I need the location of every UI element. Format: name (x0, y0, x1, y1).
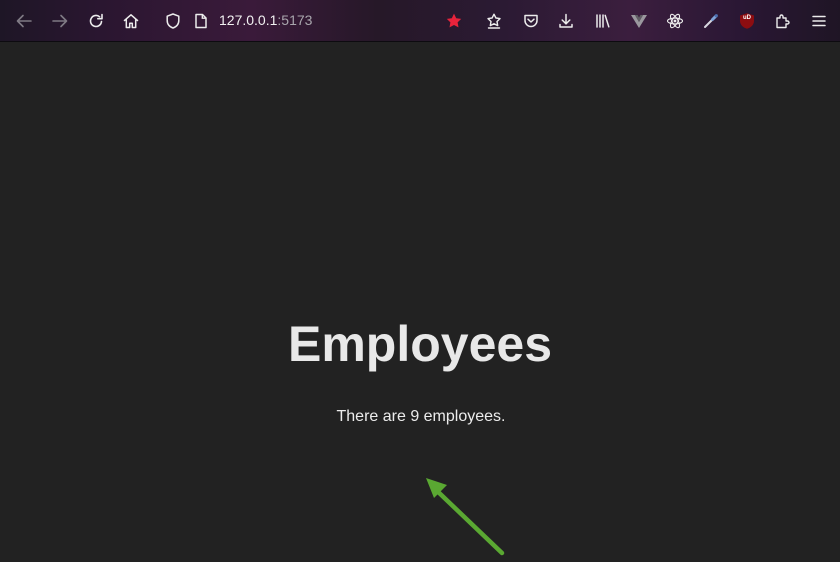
ublock-label: uD (743, 15, 751, 21)
puzzle-icon[interactable] (772, 10, 794, 32)
annotation-arrow-icon (426, 478, 505, 556)
arrow-left-icon[interactable] (13, 10, 35, 32)
shield-icon[interactable] (162, 10, 184, 32)
address-bar-url[interactable]: 127.0.0.1:5173 (219, 12, 312, 28)
page-viewport: Employees There are 9 employees. (0, 42, 840, 556)
page-icon[interactable] (190, 10, 212, 32)
library-icon[interactable] (592, 10, 614, 32)
eyedropper-icon[interactable] (700, 10, 722, 32)
employee-count-text: There are 9 employees. (336, 408, 506, 425)
react-devtools-icon[interactable] (664, 10, 686, 32)
pocket-icon[interactable] (520, 10, 542, 32)
ublock-icon[interactable]: uD (736, 10, 758, 32)
reload-icon[interactable] (85, 10, 107, 32)
bookmark-manage-icon[interactable] (483, 10, 505, 32)
hamburger-icon[interactable] (808, 10, 830, 32)
url-port: :5173 (277, 12, 313, 28)
url-host: 127.0.0.1 (219, 12, 278, 28)
star-icon[interactable] (443, 10, 465, 32)
vue-devtools-icon[interactable] (628, 10, 650, 32)
arrow-right-icon[interactable] (49, 10, 71, 32)
browser-toolbar: 127.0.0.1:5173 uD (0, 0, 840, 42)
home-icon[interactable] (120, 10, 142, 32)
download-icon[interactable] (555, 10, 577, 32)
page-title: Employees (287, 316, 552, 372)
